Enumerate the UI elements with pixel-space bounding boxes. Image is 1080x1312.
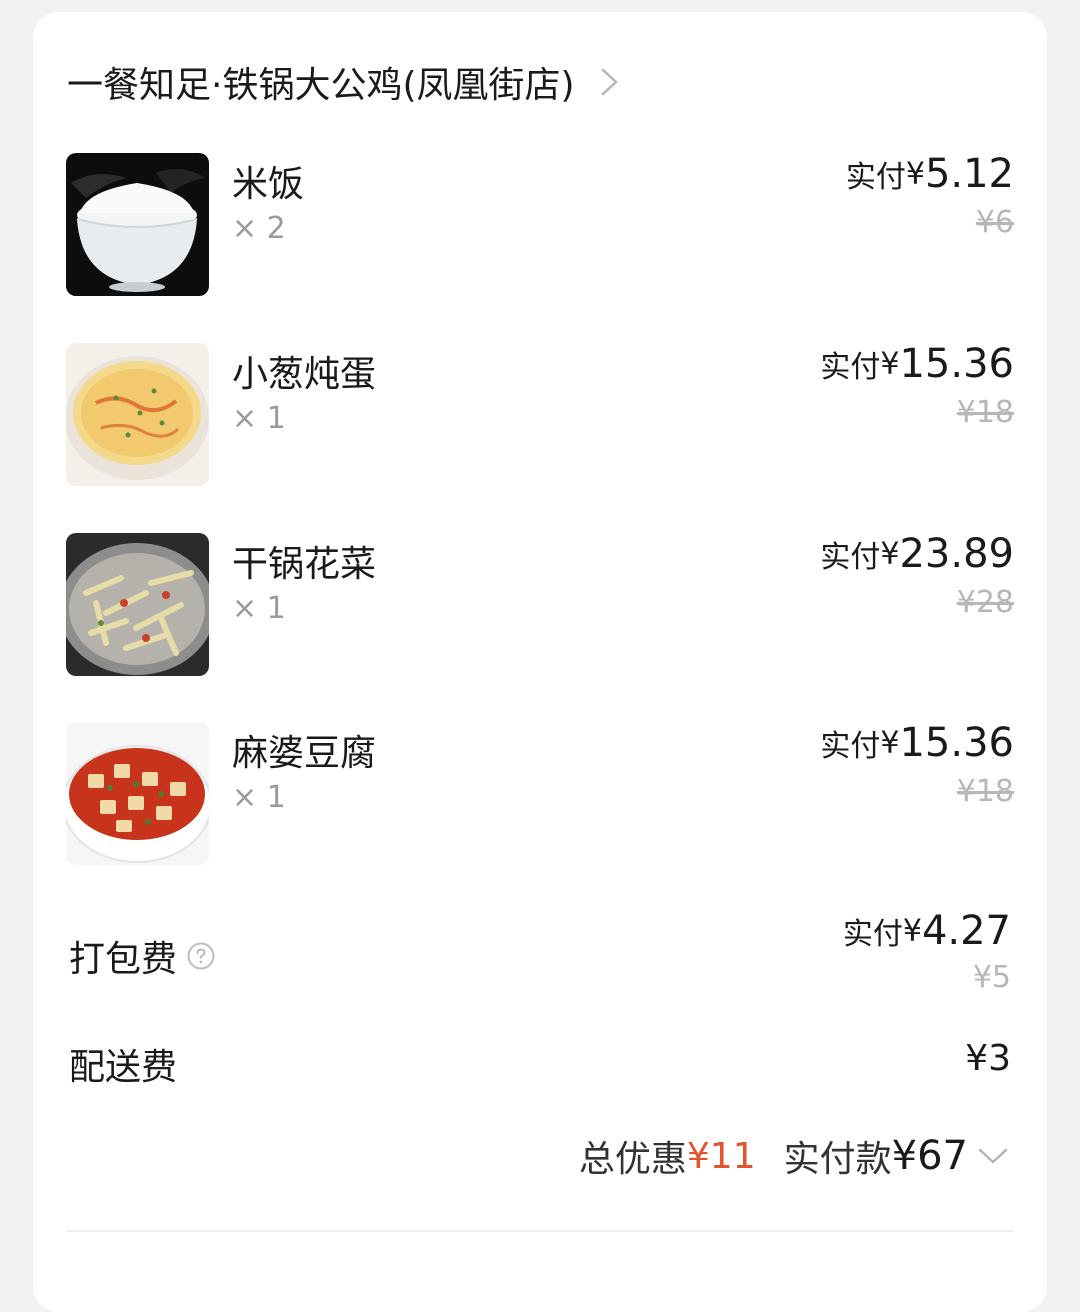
yen-sign: ¥ <box>905 156 925 192</box>
yen-sign: ¥ <box>880 346 900 382</box>
packing-fee-text: 打包费 <box>69 939 178 980</box>
paid-label: 实付 <box>820 540 881 575</box>
item-quantity: × 2 <box>232 211 286 246</box>
divider <box>66 1230 1014 1232</box>
paid-amount: 23.89 <box>899 531 1014 577</box>
packing-fee-row: 打包费 实付¥4.27 ¥5 <box>66 908 1014 1008</box>
total-paid-value: ¥67 <box>891 1133 968 1179</box>
item-quantity: × 1 <box>232 401 286 436</box>
delivery-fee-label: 配送费 <box>69 1047 178 1088</box>
total-discount-label: 总优惠 <box>578 1139 687 1180</box>
delivery-fee-value: ¥3 <box>965 1038 1011 1079</box>
paid-label: 实付 <box>845 160 906 195</box>
item-quantity: × 1 <box>232 591 286 626</box>
item-name: 小葱炖蛋 <box>232 354 377 395</box>
dry-pot-cauliflower-image <box>66 533 209 676</box>
paid-amount: 15.36 <box>899 341 1014 387</box>
order-summary[interactable]: 总优惠 ¥11 实付款 ¥67 <box>579 1130 1010 1182</box>
original-price: ¥18 <box>956 774 1014 809</box>
help-circle-icon[interactable] <box>187 942 215 970</box>
packing-fee-original: ¥5 <box>972 960 1011 995</box>
paid-label: 实付 <box>820 350 881 385</box>
original-price: ¥18 <box>956 395 1014 430</box>
yen-sign: ¥ <box>902 913 922 949</box>
item-name: 干锅花菜 <box>232 544 377 585</box>
yen-sign: ¥ <box>880 725 900 761</box>
item-paid-price: 实付¥5.12 <box>846 151 1014 197</box>
shop-header[interactable]: 一餐知足·铁锅大公鸡(凤凰街店) <box>67 52 621 112</box>
delivery-fee-row: 配送费 ¥3 <box>66 1036 1014 1096</box>
order-item[interactable]: 麻婆豆腐 × 1 实付¥15.36 ¥18 <box>66 720 1014 866</box>
item-name: 麻婆豆腐 <box>232 733 377 774</box>
paid-amount: 15.36 <box>899 720 1014 766</box>
paid-label: 实付 <box>842 917 903 952</box>
item-paid-price: 实付¥15.36 <box>820 720 1014 766</box>
steamed-egg-image <box>66 343 209 486</box>
packing-fee-label: 打包费 <box>69 930 215 982</box>
total-paid-label: 实付款 <box>783 1139 892 1180</box>
rice-bowl-image <box>66 153 209 296</box>
order-item[interactable]: 小葱炖蛋 × 1 实付¥15.36 ¥18 <box>66 341 1014 487</box>
paid-amount: 5.12 <box>924 151 1014 197</box>
order-item[interactable]: 米饭 × 2 实付¥5.12 ¥6 <box>66 151 1014 297</box>
original-price: ¥6 <box>975 205 1014 240</box>
mapo-tofu-image <box>66 722 209 865</box>
chevron-down-icon[interactable] <box>976 1145 1010 1167</box>
item-name: 米饭 <box>232 164 305 205</box>
original-price: ¥28 <box>956 585 1014 620</box>
shop-name: 一餐知足·铁锅大公鸡(凤凰街店) <box>67 65 575 106</box>
yen-sign: ¥ <box>880 536 900 572</box>
paid-amount: 4.27 <box>921 908 1011 954</box>
chevron-right-icon <box>601 68 617 96</box>
item-quantity: × 1 <box>232 780 286 815</box>
paid-label: 实付 <box>820 729 881 764</box>
total-discount-value: ¥11 <box>686 1135 756 1177</box>
packing-fee-paid: 实付¥4.27 <box>843 908 1011 954</box>
order-item[interactable]: 干锅花菜 × 1 实付¥23.89 ¥28 <box>66 531 1014 677</box>
item-paid-price: 实付¥15.36 <box>820 341 1014 387</box>
item-paid-price: 实付¥23.89 <box>820 531 1014 577</box>
